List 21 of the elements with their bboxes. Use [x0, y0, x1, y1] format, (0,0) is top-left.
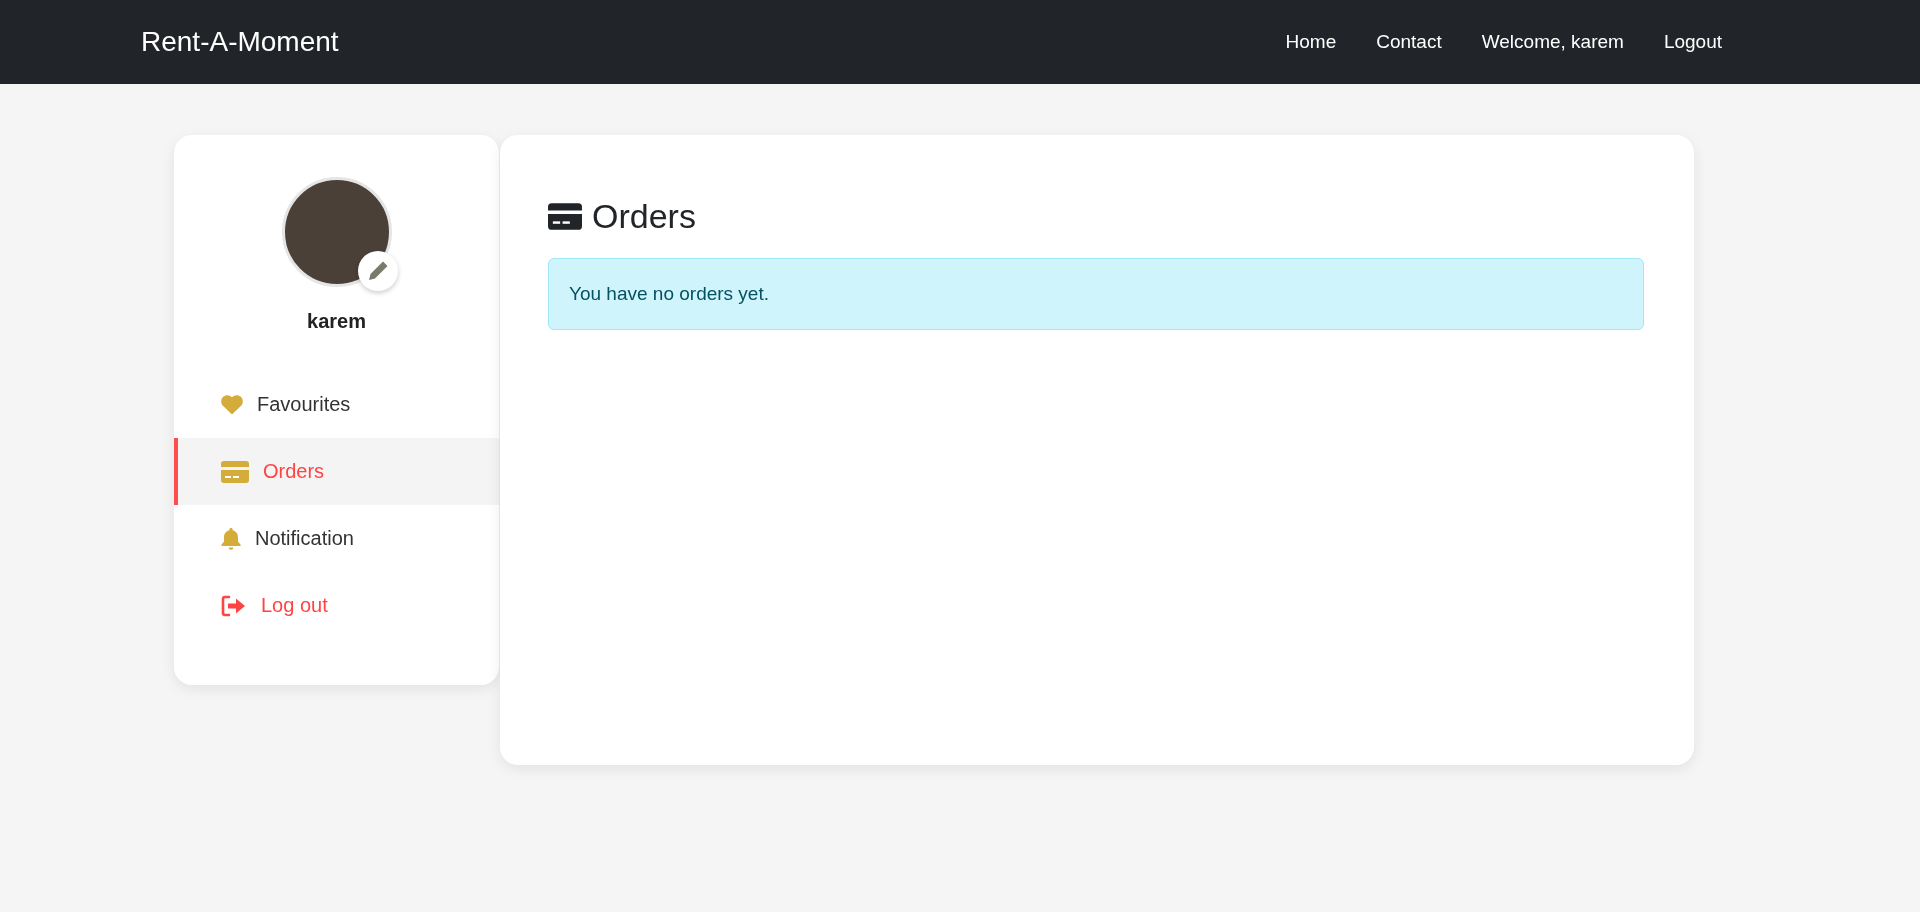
- brand-logo[interactable]: Rent-A-Moment: [141, 26, 339, 58]
- card-icon: [221, 460, 249, 483]
- nav-link[interactable]: Contact: [1376, 31, 1442, 53]
- sidebar-item-label: Orders: [263, 460, 325, 483]
- page-title: Orders: [592, 197, 696, 236]
- pencil-icon: [366, 260, 389, 282]
- heart-icon: [221, 394, 243, 415]
- sidebar-item-label: Notification: [255, 527, 354, 550]
- sidebar-item-label: Log out: [261, 594, 328, 617]
- nav-link[interactable]: Welcome, karem: [1481, 31, 1624, 53]
- sidebar-item-label: Favourites: [257, 393, 351, 416]
- card-icon: [548, 203, 582, 230]
- info-alert: You have no orders yet.: [548, 258, 1644, 330]
- bell-icon: [221, 527, 241, 550]
- logout-icon: [221, 594, 247, 617]
- nav-link[interactable]: Home: [1285, 31, 1337, 53]
- sidebar-item[interactable]: Favourites: [174, 371, 499, 438]
- profile-name: karem: [306, 310, 367, 333]
- nav-link[interactable]: Logout: [1663, 31, 1722, 53]
- sidebar-item[interactable]: Notification: [174, 505, 499, 572]
- edit-avatar-button[interactable]: [357, 251, 398, 291]
